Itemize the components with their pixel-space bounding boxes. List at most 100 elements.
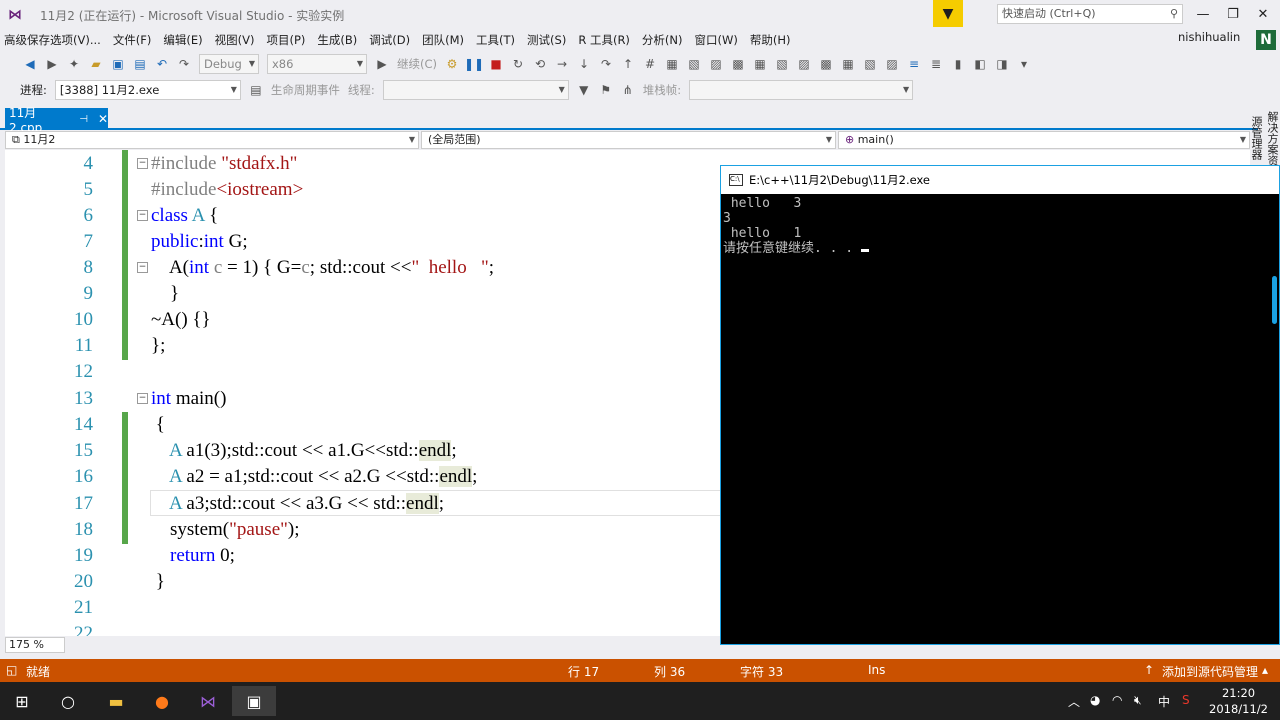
uncomment-icon[interactable]: ≣ [928, 56, 944, 72]
continue-play-icon[interactable]: ▶ [374, 56, 390, 72]
fold-toggle-icon[interactable]: − [137, 393, 148, 404]
pin-icon[interactable]: ⊣ [79, 114, 88, 125]
step-into-icon[interactable]: ↓ [576, 56, 592, 72]
search-icon[interactable]: ⚲ [1170, 5, 1178, 23]
lifecycle-events-label[interactable]: 生命周期事件 [271, 82, 340, 98]
flag-icon[interactable]: ⚑ [598, 82, 614, 98]
menu-project[interactable]: 项目(P) [263, 32, 314, 48]
fold-toggle-icon[interactable]: − [137, 158, 148, 169]
toolbar-icon-1[interactable]: ▦ [664, 56, 680, 72]
tray-app-icon[interactable]: ◕ [1090, 693, 1100, 707]
toolbar-icon-9[interactable]: ▦ [840, 56, 856, 72]
chevron-up-icon[interactable]: ▴ [1262, 663, 1268, 677]
restore-button[interactable]: ❐ [1218, 0, 1248, 28]
toolbar-icon-8[interactable]: ▩ [818, 56, 834, 72]
toolbar-icon-10[interactable]: ▧ [862, 56, 878, 72]
wifi-icon[interactable]: ◠ [1112, 693, 1122, 707]
toolbar-icon-5[interactable]: ▦ [752, 56, 768, 72]
menu-file[interactable]: 文件(F) [109, 32, 160, 48]
user-name[interactable]: nishihualin [1178, 30, 1240, 44]
scope-select[interactable]: (全局范围) ▼ [421, 131, 836, 149]
stop-icon[interactable]: ■ [488, 56, 504, 72]
toolbar-icon-4[interactable]: ▩ [730, 56, 746, 72]
console-taskbar-icon[interactable]: ▣ [232, 686, 276, 716]
stack-frame-select[interactable]: ▼ [689, 80, 914, 100]
console-scrollbar[interactable] [1272, 276, 1277, 324]
menu-team[interactable]: 团队(M) [418, 32, 472, 48]
bookmark-icon[interactable]: ▮ [950, 56, 966, 72]
save-icon[interactable]: ▣ [110, 56, 126, 72]
show-next-statement-icon[interactable]: → [554, 56, 570, 72]
windows-start-icon[interactable]: ⊞ [0, 686, 44, 716]
quick-launch-input[interactable]: 快速启动 (Ctrl+Q) ⚲ [997, 4, 1183, 24]
menu-view[interactable]: 视图(V) [211, 32, 263, 48]
avatar[interactable]: N [1256, 30, 1276, 50]
project-select[interactable]: ⧉ 11月2 ▼ [5, 131, 419, 149]
menu-analyze[interactable]: 分析(N) [638, 32, 691, 48]
comment-icon[interactable]: ≡ [906, 56, 922, 72]
toolbar-icon-2[interactable]: ▧ [686, 56, 702, 72]
firefox-icon[interactable]: ● [140, 686, 184, 716]
new-project-icon[interactable]: ✦ [66, 56, 82, 72]
step-out-icon[interactable]: ↑ [620, 56, 636, 72]
menu-build[interactable]: 生成(B) [313, 32, 365, 48]
break-all-icon[interactable]: ❚❚ [464, 56, 484, 72]
configuration-select[interactable]: Debug ▼ [199, 54, 259, 74]
toolbar-icon-6[interactable]: ▧ [774, 56, 790, 72]
up-arrow-icon[interactable]: ↑ [1144, 663, 1154, 677]
file-explorer-icon[interactable]: ▬ [94, 686, 138, 716]
fold-toggle-icon[interactable]: − [137, 210, 148, 221]
continue-button[interactable]: 继续(C) [397, 56, 437, 72]
toolbar-icon-3[interactable]: ▨ [708, 56, 724, 72]
close-button[interactable]: ✕ [1248, 0, 1278, 28]
ime-indicator[interactable]: 中 [1158, 693, 1170, 710]
menu-help[interactable]: 帮助(H) [746, 32, 799, 48]
toolbar-icon-11[interactable]: ▨ [884, 56, 900, 72]
member-select[interactable]: ⊕ main() ▼ [838, 131, 1250, 149]
attach-icon[interactable]: ⚙ [444, 56, 460, 72]
menu-advanced-save[interactable]: 高级保存选项(V)... [0, 32, 109, 48]
cortana-search-icon[interactable]: ○ [46, 686, 90, 716]
system-clock[interactable]: 21:20 2018/11/2 [1209, 685, 1268, 717]
undo-icon[interactable]: ↶ [154, 56, 170, 72]
redo-icon[interactable]: ↷ [176, 56, 192, 72]
solution-explorer-tab[interactable]: 解决方案资源管理器 [1250, 108, 1280, 168]
hex-icon[interactable]: # [642, 56, 658, 72]
minimize-button[interactable]: — [1188, 0, 1218, 28]
refresh-icon[interactable]: ⟲ [532, 56, 548, 72]
menu-tools[interactable]: 工具(T) [472, 32, 523, 48]
zoom-level-select[interactable]: 175 % [5, 637, 65, 653]
console-window[interactable]: C:\ E:\c++\11月2\Debug\11月2.exe hello 33 … [720, 165, 1280, 645]
threads-icon[interactable]: ⋔ [620, 82, 636, 98]
add-to-source-control-button[interactable]: 添加到源代码管理 [1162, 663, 1258, 680]
open-folder-icon[interactable]: ▰ [88, 56, 104, 72]
platform-select[interactable]: x86 ▼ [267, 54, 367, 74]
save-all-icon[interactable]: ▤ [132, 56, 148, 72]
tab-11yue2-cpp[interactable]: 11月2.cpp ⊣ ✕ [5, 106, 108, 135]
menu-debug[interactable]: 调试(D) [365, 32, 418, 48]
tray-chevron-up-icon[interactable]: ︿ [1068, 693, 1080, 710]
visual-studio-taskbar-icon[interactable]: ⋈ [186, 686, 230, 716]
sogou-icon[interactable]: S [1182, 693, 1190, 707]
back-icon[interactable]: ◀ [22, 56, 38, 72]
toolbar-more-icon[interactable]: ▾ [1016, 56, 1032, 72]
forward-icon[interactable]: ▶ [44, 56, 60, 72]
toolbar-icon-7[interactable]: ▨ [796, 56, 812, 72]
lifecycle-icon[interactable]: ▤ [248, 82, 264, 98]
step-over-icon[interactable]: ↷ [598, 56, 614, 72]
restart-icon[interactable]: ↻ [510, 56, 526, 72]
menu-r-tools[interactable]: R 工具(R) [574, 32, 638, 48]
menu-test[interactable]: 测试(S) [523, 32, 574, 48]
volume-mute-icon[interactable]: 🔇︎ [1134, 693, 1142, 708]
console-title-bar[interactable]: C:\ E:\c++\11月2\Debug\11月2.exe [721, 166, 1279, 194]
menu-edit[interactable]: 编辑(E) [159, 32, 210, 48]
thread-select[interactable]: ▼ [382, 80, 569, 100]
process-select[interactable]: [3388] 11月2.exe ▼ [54, 80, 241, 100]
close-icon[interactable]: ✕ [98, 112, 108, 126]
fold-toggle-icon[interactable]: − [137, 262, 148, 273]
menu-window[interactable]: 窗口(W) [691, 32, 746, 48]
next-bookmark-icon[interactable]: ◨ [994, 56, 1010, 72]
filter-icon[interactable]: ▼ [576, 82, 592, 98]
prev-bookmark-icon[interactable]: ◧ [972, 56, 988, 72]
feedback-filter-icon[interactable]: ▼ [933, 0, 963, 27]
